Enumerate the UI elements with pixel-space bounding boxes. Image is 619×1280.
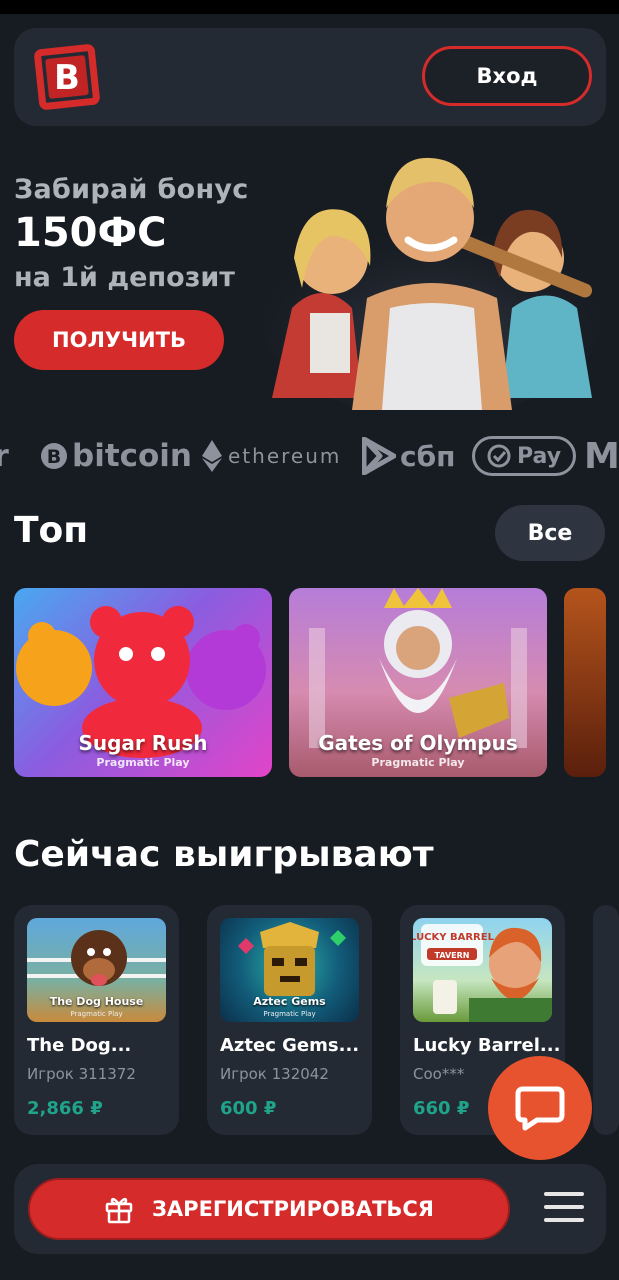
svg-text:B: B: [47, 446, 61, 468]
game-card-partial[interactable]: [564, 588, 606, 777]
status-bar: [0, 0, 619, 14]
winner-amount: 2,866 ₽: [27, 1098, 103, 1119]
winner-player: Игрок 311372: [27, 1065, 136, 1083]
svg-text:TAVERN: TAVERN: [435, 951, 470, 960]
hero-characters-illustration: [262, 157, 602, 410]
check-circle-icon: [487, 444, 511, 468]
game-title: Gates of Olympus: [318, 731, 518, 755]
top-header: B Вход: [14, 28, 606, 126]
lucky-barrel-artwork: LUCKY BARREL TAVERN: [413, 924, 552, 1022]
game-card-gates-of-olympus[interactable]: Gates of Olympus Pragmatic Play: [289, 588, 547, 777]
logo-icon: B: [34, 44, 100, 110]
sbp-icon: [362, 437, 396, 475]
winner-game-thumbnail: LUCKY BARREL TAVERN: [413, 918, 552, 1022]
winner-game-name: Lucky Barrel...: [413, 1035, 561, 1056]
payment-pay: Pay: [472, 430, 577, 482]
game-provider: Pragmatic Play: [371, 756, 465, 769]
payment-fragment: r: [0, 438, 9, 474]
game-title: Sugar Rush: [78, 731, 208, 755]
winner-card[interactable]: The Dog House Pragmatic Play The Dog... …: [14, 905, 179, 1135]
winner-card[interactable]: Aztec Gems Pragmatic Play Aztec Gems... …: [207, 905, 372, 1135]
winner-amount: 660 ₽: [413, 1098, 470, 1119]
svg-text:B: B: [54, 58, 80, 98]
game-card-sugar-rush[interactable]: Sugar Rush Pragmatic Play: [14, 588, 272, 777]
hero-amount: 150ФС: [14, 210, 167, 256]
bitcoin-icon: B: [41, 443, 67, 469]
ethereum-icon: [202, 440, 222, 472]
winner-game-thumbnail: Aztec Gems Pragmatic Play: [220, 918, 359, 1022]
hero-title: Забирай бонус: [14, 174, 249, 205]
get-bonus-button[interactable]: ПОЛУЧИТЬ: [14, 310, 224, 370]
bottom-action-bar: ЗАРЕГИСТРИРОВАТЬСЯ: [14, 1164, 606, 1254]
top-section-title: Топ: [14, 510, 89, 551]
thumbnail-title: Aztec Gems: [253, 995, 326, 1008]
winner-game-thumbnail: The Dog House Pragmatic Play: [27, 918, 166, 1022]
payment-ethereum: ethereum: [202, 430, 341, 482]
payment-methods-strip: r B bitcoin ethereum сбп Pay M: [0, 430, 619, 482]
winner-card-partial[interactable]: [593, 905, 619, 1135]
logo[interactable]: B: [34, 44, 100, 110]
winners-section-title: Сейчас выигрывают: [14, 834, 434, 875]
register-label: ЗАРЕГИСТРИРОВАТЬСЯ: [152, 1197, 434, 1221]
winner-game-name: The Dog...: [27, 1035, 132, 1056]
thumbnail-provider: Pragmatic Play: [263, 1010, 316, 1018]
payment-sbp: сбп: [362, 430, 456, 482]
winner-player: Coo***: [413, 1065, 465, 1083]
game-provider: Pragmatic Play: [96, 756, 190, 769]
view-all-button[interactable]: Все: [495, 505, 605, 561]
winner-player: Игрок 132042: [220, 1065, 329, 1083]
thumbnail-provider: Pragmatic Play: [70, 1010, 123, 1018]
payment-bitcoin: B bitcoin: [40, 430, 192, 482]
register-button[interactable]: ЗАРЕГИСТРИРОВАТЬСЯ: [28, 1178, 510, 1240]
chat-support-button[interactable]: [488, 1056, 592, 1160]
gift-icon: [105, 1197, 133, 1224]
winner-game-name: Aztec Gems...: [220, 1035, 360, 1056]
hero-subtitle: на 1й депозит: [14, 262, 235, 293]
svg-text:LUCKY BARREL: LUCKY BARREL: [413, 932, 495, 943]
thumbnail-title: The Dog House: [49, 995, 144, 1008]
menu-hamburger-icon[interactable]: [544, 1192, 584, 1226]
winner-amount: 600 ₽: [220, 1098, 277, 1119]
chat-bubble-icon: [515, 1086, 565, 1131]
payment-fragment-right: M: [584, 435, 619, 477]
login-button[interactable]: Вход: [422, 46, 592, 106]
